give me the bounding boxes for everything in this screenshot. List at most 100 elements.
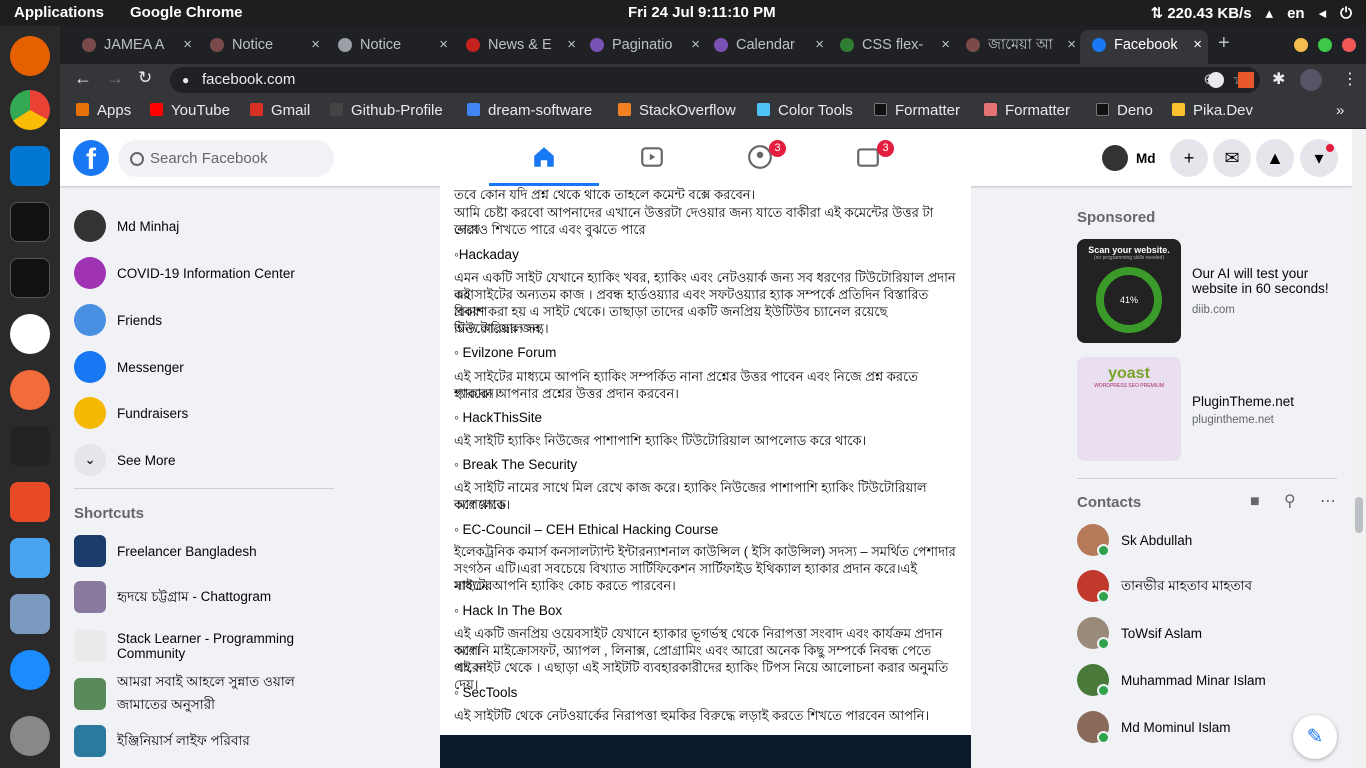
minimize-icon[interactable] [1294, 38, 1308, 52]
sidebar-item-covid[interactable]: COVID-19 Information Center [74, 253, 334, 293]
group-thumbnail [74, 678, 106, 710]
search-input[interactable]: Search Facebook [118, 140, 334, 177]
terminal-icon[interactable] [10, 202, 50, 242]
close-tab-icon[interactable]: × [1193, 30, 1202, 60]
ad-title[interactable]: Our AI will test your website in 60 seco… [1192, 266, 1342, 296]
contact-item[interactable]: Muhammad Minar Islam [1077, 660, 1266, 700]
postman-icon[interactable] [10, 370, 50, 410]
figma-icon[interactable] [10, 426, 50, 466]
facebook-logo[interactable]: f [73, 140, 109, 176]
bookmark-youtube[interactable]: YouTube [150, 102, 230, 119]
sidebar-item-friends[interactable]: Friends [74, 300, 334, 340]
bookmark-color-tools[interactable]: Color Tools [757, 102, 853, 119]
profile-button[interactable]: Md [1102, 145, 1156, 171]
bookmark-formatter[interactable]: Formatter [984, 102, 1070, 119]
chrome-icon[interactable] [10, 90, 50, 130]
sidebar-item-messenger[interactable]: Messenger [74, 347, 334, 387]
browser-tab[interactable]: Notice × [326, 30, 454, 64]
bookmark-stackoverflow[interactable]: StackOverflow [618, 102, 736, 119]
shortcut-item[interactable]: আমরা সবাই আহলে সুন্নাত ওয়াল জামাতের অনু… [74, 674, 334, 714]
extensions-puzzle-icon[interactable]: ✱ [1272, 69, 1285, 89]
preview-icon[interactable] [10, 594, 50, 634]
new-tab-icon[interactable]: + [1218, 32, 1230, 55]
close-tab-icon[interactable]: × [439, 30, 448, 60]
sidebar-item-see-more[interactable]: ⌄ See More [74, 440, 334, 480]
volume-icon[interactable]: ◂ [1319, 4, 1327, 22]
ad-image[interactable]: yoast WORDPRESS SEO PREMIUM [1077, 357, 1181, 461]
nav-groups[interactable]: 3 [705, 129, 815, 186]
close-tab-icon[interactable]: × [691, 30, 700, 60]
terminal-split-icon[interactable] [10, 258, 50, 298]
browser-toolbar: ← → ↻ ●facebook.com⊖☆ ✱ ⋮ [60, 64, 1366, 96]
shortcut-item[interactable]: Freelancer Bangladesh [74, 531, 334, 571]
bookmark-dream-software[interactable]: dream-software [467, 102, 592, 119]
notifications-icon[interactable]: ▲ [1256, 139, 1294, 177]
firefox-icon[interactable] [10, 36, 50, 76]
language-indicator[interactable]: en [1287, 5, 1305, 22]
extension-icon[interactable] [1238, 72, 1254, 88]
browser-tab[interactable]: Paginatio × [578, 30, 706, 64]
contact-item[interactable]: Md Mominul Islam [1077, 707, 1231, 747]
close-tab-icon[interactable]: × [941, 30, 950, 60]
profile-avatar[interactable] [1300, 69, 1322, 91]
browser-tab[interactable]: JAMEA A × [70, 30, 198, 64]
post-image[interactable] [440, 735, 971, 768]
nav-gaming[interactable]: 3 [813, 129, 923, 186]
browser-tab-active[interactable]: Facebook × [1080, 30, 1208, 64]
mongodb-icon[interactable] [10, 314, 50, 354]
browser-tab[interactable]: Calendar × [702, 30, 830, 64]
contact-item[interactable]: Sk Abdullah [1077, 520, 1192, 560]
shortcut-item[interactable]: Stack Learner - Programming Community [74, 626, 334, 666]
page-scrollbar[interactable] [1352, 129, 1366, 768]
chrome-menu-icon[interactable]: ⋮ [1342, 69, 1358, 89]
nav-home[interactable] [489, 129, 599, 186]
shortcut-item[interactable]: হৃদয়ে চট্টগ্রাম - Chattogram [74, 577, 334, 617]
sublime-icon[interactable] [10, 482, 50, 522]
power-menu-icon[interactable]: ⏻ [1340, 5, 1352, 22]
scrollbar-thumb[interactable] [1355, 497, 1363, 533]
sidebar-item-profile[interactable]: Md Minhaj [74, 206, 334, 246]
browser-tab[interactable]: Notice × [198, 30, 326, 64]
reload-icon[interactable]: ↻ [138, 68, 152, 88]
forward-icon[interactable]: → [106, 68, 124, 89]
bookmark-deno[interactable]: Deno [1096, 102, 1153, 119]
applications-menu[interactable]: Applications [14, 4, 104, 21]
vscode-icon[interactable] [10, 146, 50, 186]
close-tab-icon[interactable]: × [183, 30, 192, 60]
bookmark-pika-dev[interactable]: Pika.Dev [1172, 102, 1253, 119]
bookmark-formatter[interactable]: Formatter [874, 102, 960, 119]
back-icon[interactable]: ← [74, 68, 92, 89]
create-icon[interactable]: + [1170, 139, 1208, 177]
messenger-icon[interactable]: ✉ [1213, 139, 1251, 177]
nav-watch[interactable] [597, 129, 707, 186]
bookmark-apps[interactable]: Apps [76, 102, 131, 119]
close-tab-icon[interactable]: × [567, 30, 576, 60]
search-icon[interactable]: ⚲ [1284, 491, 1296, 511]
browser-tab[interactable]: News & E × [454, 30, 582, 64]
bookmark-github[interactable]: Github-Profile [330, 102, 443, 119]
finder-icon[interactable] [10, 538, 50, 578]
maximize-icon[interactable] [1318, 38, 1332, 52]
browser-tab[interactable]: CSS flex- × [828, 30, 956, 64]
video-call-icon[interactable]: ■ [1250, 493, 1260, 511]
bookmark-gmail[interactable]: Gmail [250, 102, 310, 119]
sidebar-item-fundraisers[interactable]: Fundraisers [74, 393, 334, 433]
browser-tab[interactable]: জামেয়া আ × [954, 30, 1082, 64]
more-bookmarks-icon[interactable]: » [1336, 102, 1344, 119]
contact-item[interactable]: তানভীর মাহতাব মাহতাব [1077, 566, 1252, 606]
address-bar[interactable]: ●facebook.com⊖☆ [170, 67, 1260, 93]
close-tab-icon[interactable]: × [311, 30, 320, 60]
app-store-icon[interactable] [10, 650, 50, 690]
close-window-icon[interactable] [1342, 38, 1356, 52]
extension-icon[interactable] [1208, 72, 1224, 88]
close-tab-icon[interactable]: × [815, 30, 824, 60]
shortcut-item[interactable]: ইঞ্জিনিয়ার্স লাইফ পরিবার [74, 721, 334, 761]
launchpad-icon[interactable] [10, 716, 50, 756]
ad-title[interactable]: PluginTheme.net [1192, 394, 1342, 409]
close-tab-icon[interactable]: × [1067, 30, 1076, 60]
new-message-icon[interactable]: ✎ [1293, 715, 1337, 759]
more-options-icon[interactable]: ⋯ [1320, 491, 1336, 511]
contact-item[interactable]: ToWsif Aslam [1077, 613, 1202, 653]
ad-image[interactable]: Scan your website. (no programming skill… [1077, 239, 1181, 343]
system-clock[interactable]: Fri 24 Jul 9:11:10 PM [628, 4, 776, 21]
